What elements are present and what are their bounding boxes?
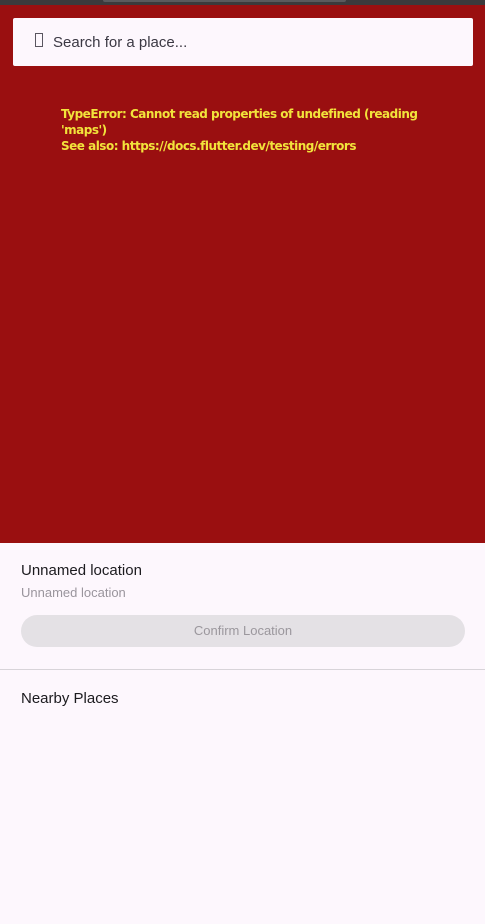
location-name: Unnamed location [21,562,142,579]
map-view[interactable]: TypeError: Cannot read properties of und… [0,5,485,543]
search-icon [32,29,48,51]
nearby-places-title: Nearby Places [21,690,119,707]
confirm-location-button[interactable]: Confirm Location [21,615,465,647]
error-line-link: See also: https://docs.flutter.dev/testi… [61,139,356,153]
error-line-type: TypeError: Cannot read properties of und… [61,107,418,137]
location-address: Unnamed location [21,585,126,600]
search-input[interactable] [53,30,453,54]
status-bar-handle [103,0,346,2]
map-error-message: TypeError: Cannot read properties of und… [61,106,433,154]
search-bar[interactable] [13,18,473,66]
location-sheet: Unnamed location Unnamed location Confir… [0,543,485,924]
divider [0,669,485,670]
